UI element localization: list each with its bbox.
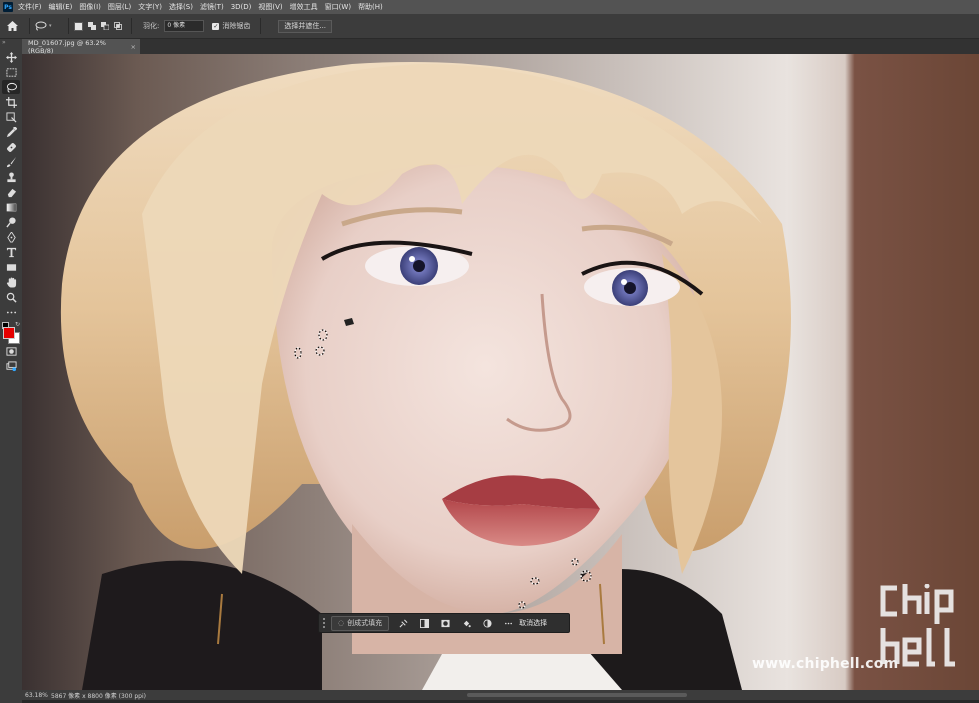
chevron-down-icon: ▾: [49, 23, 52, 29]
dodge-tool-icon[interactable]: [2, 215, 20, 229]
separator: [29, 18, 30, 34]
separator: [260, 18, 262, 34]
rectangle-tool-icon[interactable]: [2, 260, 20, 274]
eyedropper-tool-icon[interactable]: [2, 125, 20, 139]
eraser-tool-icon[interactable]: [2, 185, 20, 199]
status-bar: 63.18% 5867 像素 x 8800 像素 (300 ppi): [22, 690, 979, 700]
document-tab-title: MD_01607.jpg @ 63.2%(RGB/8): [28, 38, 106, 55]
hand-tool-icon[interactable]: [2, 275, 20, 289]
menu-select[interactable]: 选择(S): [169, 2, 193, 12]
menu-bar: Ps 文件(F) 编辑(E) 图像(I) 图层(L) 文字(Y) 选择(S) 滤…: [0, 0, 979, 14]
antialias-checkbox[interactable]: ✓: [212, 22, 220, 30]
separator: [68, 18, 69, 34]
add-to-selection-icon[interactable]: [87, 22, 96, 31]
gradient-tool-icon[interactable]: [2, 200, 20, 214]
generative-fill-label: 创成式填充: [347, 619, 383, 627]
subtract-from-selection-icon[interactable]: [100, 22, 109, 31]
panel-collapse-toggle[interactable]: »: [0, 39, 24, 47]
menu-filter[interactable]: 滤镜(T): [200, 2, 224, 12]
more-tools-icon[interactable]: [2, 305, 20, 319]
generative-fill-icon: ◌: [338, 619, 345, 627]
lasso-tool-icon[interactable]: [2, 80, 20, 94]
brush-tool-icon[interactable]: [2, 155, 20, 169]
marquee-tool-icon[interactable]: [2, 65, 20, 79]
menu-image[interactable]: 图像(I): [79, 2, 101, 12]
feather-label: 羽化:: [143, 22, 160, 30]
lasso-preset-icon: [35, 21, 47, 31]
frame-tool-icon[interactable]: [2, 110, 20, 124]
document-canvas[interactable]: [22, 54, 979, 690]
new-selection-icon[interactable]: [74, 21, 83, 31]
menu-type[interactable]: 文字(Y): [138, 2, 162, 12]
generative-fill-button[interactable]: ◌ 创成式填充: [331, 615, 390, 631]
intersect-selection-icon[interactable]: [113, 22, 122, 31]
mask-icon[interactable]: [438, 616, 452, 630]
invert-selection-icon[interactable]: [417, 616, 431, 630]
drag-handle-icon[interactable]: [321, 617, 327, 629]
color-swatches: ↻: [2, 321, 20, 344]
pen-tool-icon[interactable]: [2, 230, 20, 244]
adjustment-icon[interactable]: [480, 616, 494, 630]
tool-preset-picker[interactable]: ▾: [35, 21, 63, 31]
swap-colors-icon[interactable]: ↻: [15, 321, 20, 328]
foreground-color-swatch[interactable]: [3, 327, 15, 339]
document-tab[interactable]: MD_01607.jpg @ 63.2%(RGB/8) ×: [22, 38, 140, 55]
horizontal-scrollbar[interactable]: [467, 693, 687, 697]
menu-layer[interactable]: 图层(L): [108, 2, 131, 12]
move-tool-icon[interactable]: [2, 50, 20, 64]
feather-input[interactable]: 0 像素: [164, 20, 205, 32]
photoshop-logo: Ps: [3, 2, 13, 12]
menu-help[interactable]: 帮助(H): [358, 2, 383, 12]
options-bar: ▾ 羽化: 0 像素 ✓ 消除锯齿 选择并遮住...: [0, 14, 979, 39]
close-icon[interactable]: ×: [131, 43, 136, 51]
modify-selection-icon[interactable]: [396, 616, 410, 630]
more-icon[interactable]: [501, 616, 515, 630]
healing-brush-icon[interactable]: [2, 140, 20, 154]
menu-view[interactable]: 视图(V): [258, 2, 282, 12]
menu-window[interactable]: 窗口(W): [325, 2, 351, 12]
clone-stamp-icon[interactable]: [2, 170, 20, 184]
crop-tool-icon[interactable]: [2, 95, 20, 109]
separator: [131, 18, 132, 34]
document-info[interactable]: 5867 像素 x 8800 像素 (300 ppi): [51, 691, 146, 700]
deselect-button[interactable]: 取消选择: [519, 618, 547, 628]
select-and-mask-button[interactable]: 选择并遮住...: [278, 19, 333, 33]
chiphell-logo: [880, 584, 955, 667]
zoom-level[interactable]: 63.18%: [25, 692, 51, 699]
quick-mask-icon[interactable]: [2, 344, 20, 358]
menu-3d[interactable]: 3D(D): [231, 3, 252, 11]
screen-mode-icon[interactable]: [2, 359, 20, 373]
watermark-url: www.chiphell.com: [752, 656, 899, 672]
menu-edit[interactable]: 编辑(E): [49, 2, 73, 12]
antialias-label: 消除锯齿: [222, 22, 251, 30]
tools-panel: ↻: [0, 47, 22, 703]
fill-icon[interactable]: [459, 616, 473, 630]
menu-file[interactable]: 文件(F): [18, 2, 42, 12]
menu-plugins[interactable]: 增效工具: [290, 2, 318, 12]
type-tool-icon[interactable]: [2, 245, 20, 259]
photo-image: [22, 54, 979, 690]
home-icon[interactable]: [0, 14, 24, 38]
tab-strip: [140, 39, 979, 54]
zoom-tool-icon[interactable]: [2, 290, 20, 304]
contextual-task-bar: ◌ 创成式填充 取消选择: [318, 613, 570, 633]
